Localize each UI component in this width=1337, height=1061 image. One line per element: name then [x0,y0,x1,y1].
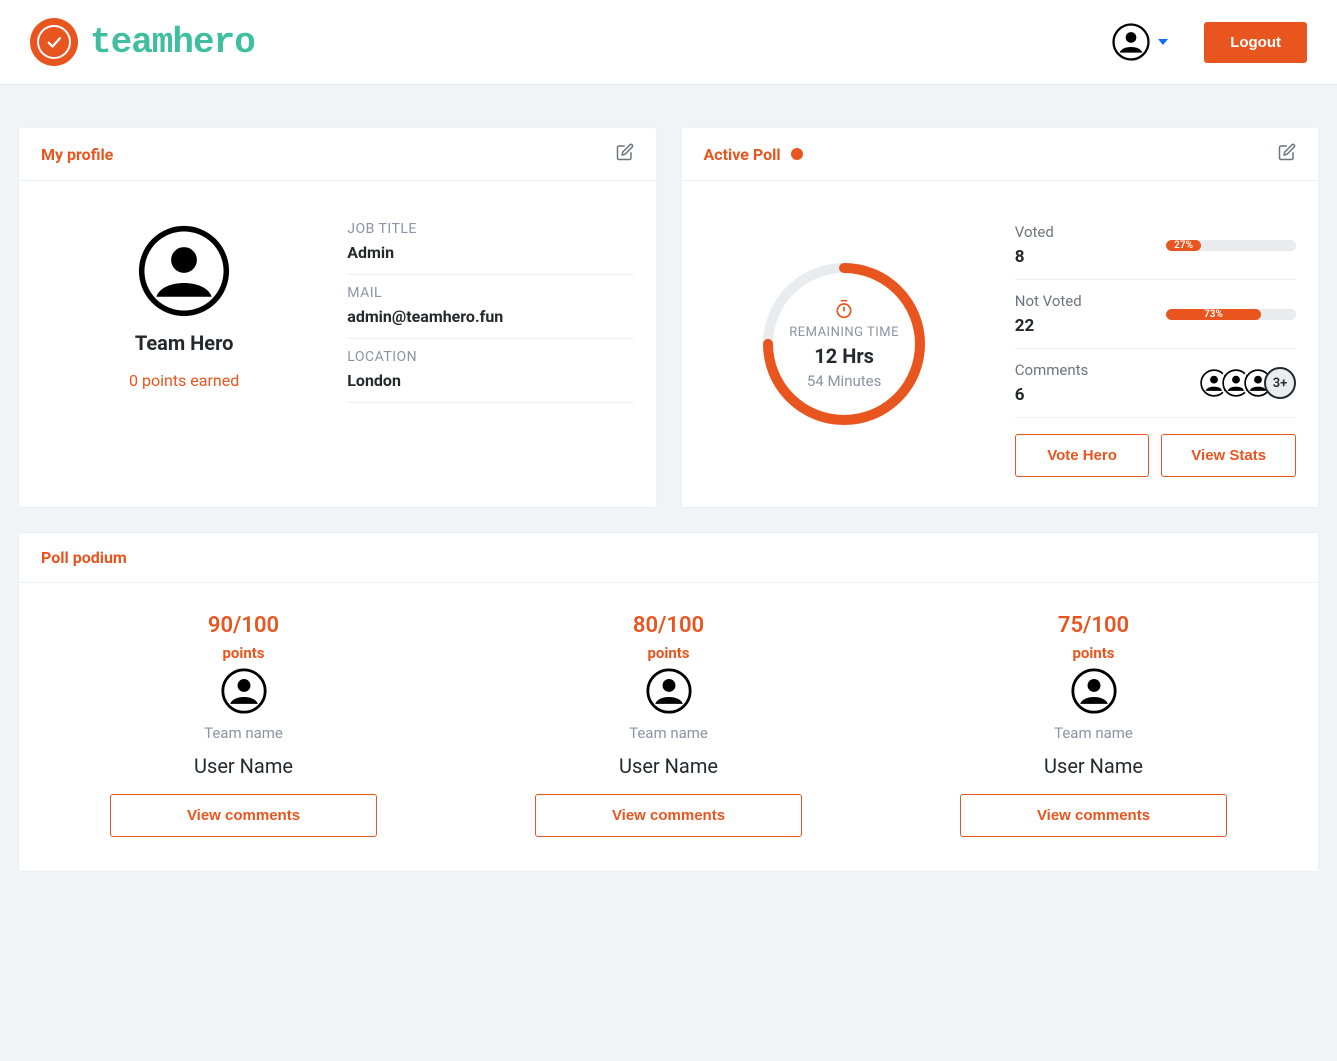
podium-entry: 75/100 points Team name User Name View c… [891,613,1296,837]
podium-entry: 80/100 points Team name User Name View c… [466,613,871,837]
edit-profile-button[interactable] [616,143,634,165]
podium-team: Team name [1054,724,1133,742]
field-label: JOB TITLE [347,221,633,237]
active-poll-header: Active Poll [682,128,1319,181]
commenter-avatars: 3+ [1198,367,1296,399]
podium-score: 90/100 [208,613,279,638]
poll-podium-header: Poll podium [19,533,1318,583]
view-comments-button[interactable]: View comments [960,794,1227,837]
progress-bar-voted: 27% [1166,240,1296,251]
stopwatch-icon [834,299,854,319]
podium-entry: 90/100 points Team name User Name View c… [41,613,446,837]
remaining-time-ring: REMAINING TIME 12 Hrs 54 Minutes [759,259,929,429]
field-value: admin@teamhero.fun [347,307,633,326]
podium-team: Team name [204,724,283,742]
poll-podium-title: Poll podium [41,548,127,567]
profile-card: My profile Team Hero 0 points earned [18,127,657,508]
brand-name: teamhero [90,22,255,63]
profile-card-header: My profile [19,128,656,181]
field-job-title: JOB TITLE Admin [347,211,633,275]
view-comments-button[interactable]: View comments [110,794,377,837]
remaining-hours: 12 Hrs [814,344,874,368]
active-poll-card: Active Poll [681,127,1320,508]
stat-value: 6 [1015,385,1186,405]
profile-name: Team Hero [135,331,234,355]
progress-text: 27% [1174,240,1193,251]
active-poll-title: Active Poll [704,145,781,164]
active-indicator-icon [791,148,803,160]
stat-not-voted: Not Voted 22 73% [1015,280,1296,349]
poll-podium-card: Poll podium 90/100 points Team name User… [18,532,1319,872]
view-stats-button[interactable]: View Stats [1161,434,1296,477]
check-icon [45,33,63,51]
field-location: LOCATION London [347,339,633,403]
stat-comments: Comments 6 3+ [1015,349,1296,418]
avatar-icon [1112,23,1150,61]
stat-label: Comments [1015,361,1186,379]
profile-avatar-icon [138,225,230,317]
podium-points-label: points [647,644,689,662]
podium-team: Team name [629,724,708,742]
podium-points-label: points [222,644,264,662]
podium-user: User Name [194,754,293,778]
chevron-down-icon [1158,39,1168,45]
podium-user: User Name [1044,754,1143,778]
avatar-icon [646,668,692,714]
edit-poll-button[interactable] [1278,143,1296,165]
avatar-more-count: 3+ [1264,367,1296,399]
field-value: Admin [347,243,633,262]
logo-mark-icon [30,18,78,66]
user-menu[interactable] [1112,23,1168,61]
logout-button[interactable]: Logout [1204,22,1307,63]
vote-hero-button[interactable]: Vote Hero [1015,434,1150,477]
podium-points-label: points [1072,644,1114,662]
podium-score: 80/100 [633,613,704,638]
stat-label: Voted [1015,223,1154,241]
field-mail: MAIL admin@teamhero.fun [347,275,633,339]
remaining-minutes: 54 Minutes [807,372,881,390]
stat-value: 22 [1015,316,1154,336]
view-comments-button[interactable]: View comments [535,794,802,837]
avatar-icon [1071,668,1117,714]
progress-text: 73% [1204,309,1223,320]
stat-value: 8 [1015,247,1154,267]
podium-user: User Name [619,754,718,778]
podium-score: 75/100 [1058,613,1129,638]
edit-icon [616,143,634,161]
profile-card-title: My profile [41,145,113,164]
brand-logo[interactable]: teamhero [30,18,255,66]
field-value: London [347,371,633,390]
app-header: teamhero Logout [0,0,1337,85]
stat-voted: Voted 8 27% [1015,211,1296,280]
profile-points: 0 points earned [129,371,239,390]
edit-icon [1278,143,1296,161]
stat-label: Not Voted [1015,292,1154,310]
progress-bar-not-voted: 73% [1166,309,1296,320]
field-label: LOCATION [347,349,633,365]
remaining-time-label: REMAINING TIME [789,325,899,340]
field-label: MAIL [347,285,633,301]
avatar-icon [221,668,267,714]
